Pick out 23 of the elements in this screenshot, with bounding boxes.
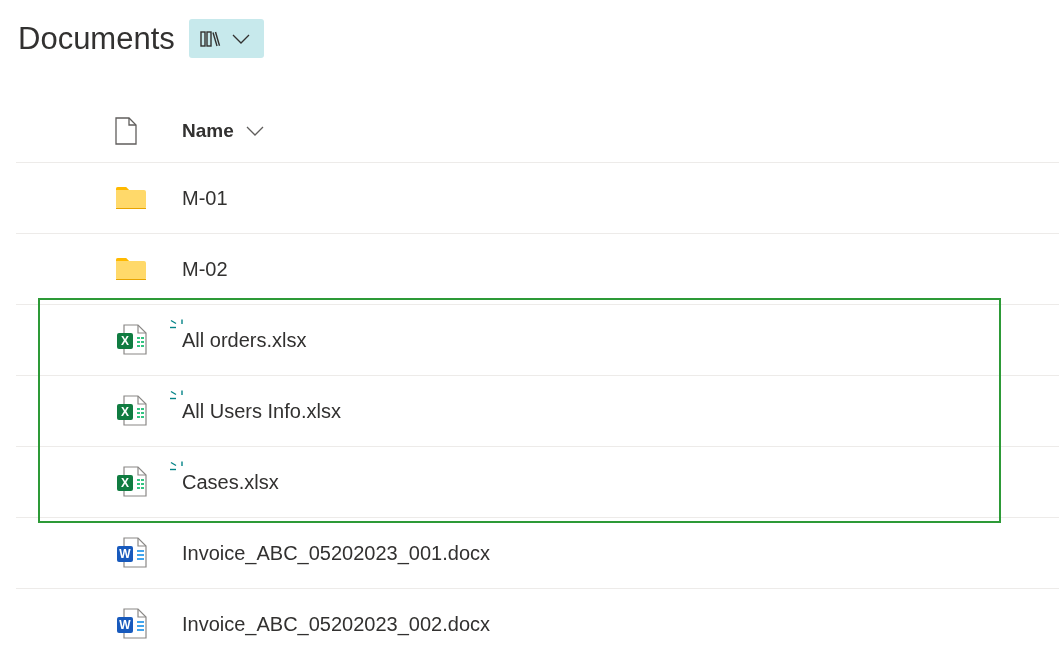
file-row[interactable]: X All orders.xlsx (16, 304, 1059, 375)
file-name[interactable]: All Users Info.xlsx (182, 399, 341, 422)
file-row[interactable]: X Cases.xlsx (16, 446, 1059, 517)
file-row[interactable]: M-01 (16, 162, 1059, 233)
page-title: Documents (18, 20, 175, 57)
folder-icon (115, 257, 147, 281)
file-type-icon (115, 117, 137, 145)
file-row[interactable]: W Invoice_ABC_05202023_001.docx (16, 517, 1059, 588)
file-name[interactable]: Invoice_ABC_05202023_001.docx (182, 541, 491, 564)
file-name[interactable]: Invoice_ABC_05202023_002.docx (182, 612, 491, 635)
chevron-down-icon (231, 33, 250, 44)
folder-icon (115, 186, 147, 210)
file-name[interactable]: All orders.xlsx (182, 328, 307, 351)
library-icon (199, 30, 222, 47)
file-name[interactable]: Cases.xlsx (182, 470, 279, 493)
library-view-button[interactable] (188, 19, 264, 58)
name-column-header[interactable]: Name (182, 120, 264, 142)
file-name[interactable]: M-02 (182, 257, 228, 280)
file-row[interactable]: M-02 (16, 233, 1059, 304)
file-name[interactable]: M-01 (182, 186, 228, 209)
file-row[interactable]: W Invoice_ABC_05202023_002.docx (16, 588, 1059, 652)
file-row[interactable]: X All Users Info.xlsx (16, 375, 1059, 446)
chevron-down-icon (245, 126, 264, 136)
